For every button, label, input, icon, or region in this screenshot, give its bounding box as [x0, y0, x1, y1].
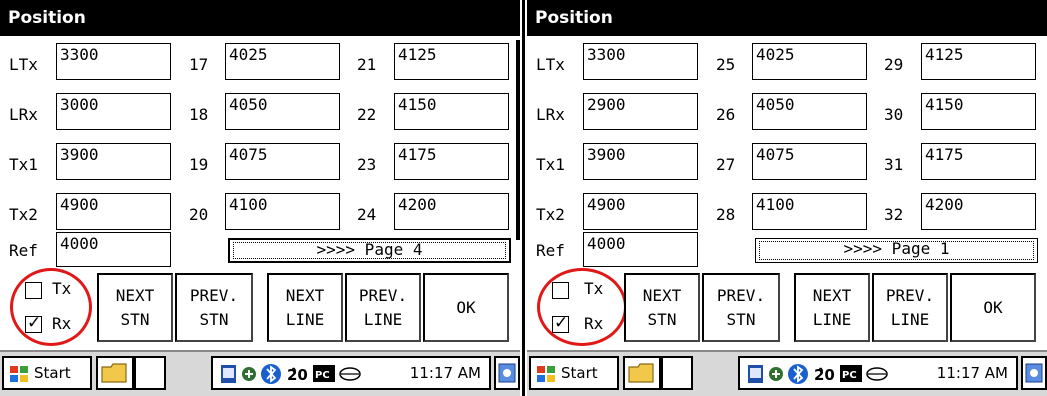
point-number-label: 32 — [884, 205, 904, 224]
prev-line-button[interactable]: PREV. LINE — [345, 273, 421, 342]
point-value-field[interactable]: 4125 — [394, 43, 509, 80]
tx1-field[interactable]: 3900 — [56, 143, 171, 180]
ok-button[interactable]: OK — [423, 273, 509, 342]
point-value-field[interactable]: 4100 — [752, 193, 867, 230]
point-number-label: 31 — [884, 155, 904, 174]
point-number-label: 17 — [189, 55, 209, 74]
row-label-lrx: LRx — [9, 105, 38, 124]
highlight-circle — [10, 268, 92, 346]
windows-flag-icon — [537, 366, 555, 382]
folder-icon — [101, 363, 127, 383]
prev-stn-button[interactable]: PREV. STN — [702, 273, 780, 342]
row-label-ltx: LTx — [536, 55, 565, 74]
ltx-field[interactable]: 3300 — [583, 43, 698, 80]
svg-text:PC: PC — [842, 370, 857, 381]
point-value-field[interactable]: 4200 — [394, 193, 509, 230]
page-toggle-button[interactable]: >>>> Page 1 — [755, 238, 1038, 263]
point-number-label: 22 — [357, 105, 377, 124]
ref-label: Ref — [9, 241, 38, 260]
point-number-label: 21 — [357, 55, 377, 74]
system-tray: 2̂0 PC 11:17 AM — [211, 356, 491, 390]
ref-field[interactable]: 4000 — [56, 232, 171, 267]
point-number-label: 28 — [716, 205, 736, 224]
ref-field[interactable]: 4000 — [583, 232, 698, 267]
prev-line-button[interactable]: PREV. LINE — [872, 273, 948, 342]
point-value-field[interactable]: 4050 — [225, 93, 340, 130]
taskbar: Start 2̂0 PC 11:17 AM — [527, 350, 1047, 396]
point-value-field[interactable]: 4175 — [394, 143, 509, 180]
point-number-label: 30 — [884, 105, 904, 124]
point-number-label: 29 — [884, 55, 904, 74]
clock[interactable]: 11:17 AM — [410, 364, 481, 382]
row-label-tx1: Tx1 — [536, 155, 565, 174]
position-panel-right: Position LTx 3300 25 4025 29 4125 LRx 29… — [527, 0, 1047, 396]
point-number-label: 25 — [716, 55, 736, 74]
point-number-label: 19 — [189, 155, 209, 174]
start-button[interactable]: Start — [2, 356, 92, 390]
system-tray: 2̂0 PC 11:17 AM — [738, 356, 1018, 390]
point-value-field[interactable]: 4150 — [394, 93, 509, 130]
row-label-ltx: LTx — [9, 55, 38, 74]
point-number-label: 18 — [189, 105, 209, 124]
taskbar-end-button[interactable] — [1021, 356, 1047, 390]
ok-button[interactable]: OK — [950, 273, 1036, 342]
point-number-label: 24 — [357, 205, 377, 224]
point-value-field[interactable]: 4025 — [752, 43, 867, 80]
svg-text:2̂0: 2̂0 — [287, 366, 308, 384]
windows-flag-icon — [10, 366, 28, 382]
point-value-field[interactable]: 4025 — [225, 43, 340, 80]
point-number-label: 27 — [716, 155, 736, 174]
point-value-field[interactable]: 4050 — [752, 93, 867, 130]
page-toggle-button[interactable]: >>>> Page 4 — [228, 238, 511, 263]
clock[interactable]: 11:17 AM — [937, 364, 1008, 382]
highlight-circle — [537, 268, 627, 346]
window-title: Position — [527, 0, 1047, 36]
next-stn-button[interactable]: NEXT STN — [624, 273, 700, 342]
tx2-field[interactable]: 4900 — [583, 193, 698, 230]
ref-label: Ref — [536, 241, 565, 260]
row-label-tx1: Tx1 — [9, 155, 38, 174]
row-label-tx2: Tx2 — [9, 205, 38, 224]
taskbar-blank-slot[interactable] — [661, 356, 693, 390]
tx1-field[interactable]: 3900 — [583, 143, 698, 180]
ltx-field[interactable]: 3300 — [56, 43, 171, 80]
folder-button[interactable] — [623, 356, 661, 390]
windows-mobile-icon — [498, 363, 516, 383]
point-value-field[interactable]: 4150 — [921, 93, 1036, 130]
taskbar: Start 2̂0 PC 11:17 AM — [0, 350, 520, 396]
taskbar-blank-slot[interactable] — [134, 356, 166, 390]
window-title: Position — [0, 0, 520, 36]
point-value-field[interactable]: 4200 — [921, 193, 1036, 230]
start-button[interactable]: Start — [529, 356, 619, 390]
next-stn-button[interactable]: NEXT STN — [97, 273, 173, 342]
point-number-label: 23 — [357, 155, 377, 174]
tx2-field[interactable]: 4900 — [56, 193, 171, 230]
tray-icons: 2̂0 PC — [748, 364, 888, 384]
point-value-field[interactable]: 4175 — [921, 143, 1036, 180]
next-line-button[interactable]: NEXT LINE — [267, 273, 343, 342]
svg-text:2̂0: 2̂0 — [814, 366, 835, 384]
lrx-field[interactable]: 2900 — [583, 93, 698, 130]
row-label-tx2: Tx2 — [536, 205, 565, 224]
prev-stn-button[interactable]: PREV. STN — [175, 273, 253, 342]
point-value-field[interactable]: 4100 — [225, 193, 340, 230]
panel-divider — [520, 0, 527, 396]
point-value-field[interactable]: 4075 — [752, 143, 867, 180]
point-number-label: 20 — [189, 205, 209, 224]
row-label-lrx: LRx — [536, 105, 565, 124]
folder-button[interactable] — [96, 356, 134, 390]
svg-text:PC: PC — [315, 370, 330, 381]
next-line-button[interactable]: NEXT LINE — [794, 273, 870, 342]
tray-icons: 2̂0 PC — [221, 364, 361, 384]
point-number-label: 26 — [716, 105, 736, 124]
position-panel-left: Position LTx 3300 17 4025 21 4125 LRx 30… — [0, 0, 520, 396]
folder-icon — [628, 363, 654, 383]
point-value-field[interactable]: 4075 — [225, 143, 340, 180]
vertical-scrollbar[interactable] — [516, 40, 520, 240]
point-value-field[interactable]: 4125 — [921, 43, 1036, 80]
windows-mobile-icon — [1025, 363, 1043, 383]
lrx-field[interactable]: 3000 — [56, 93, 171, 130]
taskbar-end-button[interactable] — [494, 356, 520, 390]
